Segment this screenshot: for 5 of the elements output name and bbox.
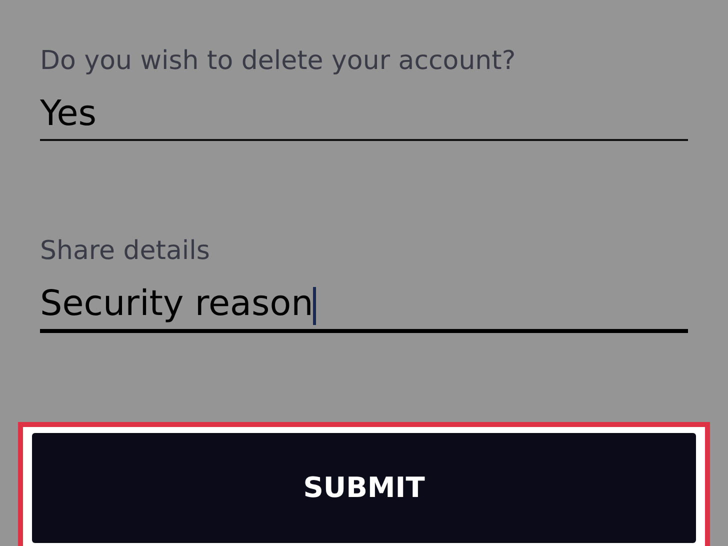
field-label: Do you wish to delete your account? [40, 46, 517, 78]
submit-button[interactable]: SUBMIT [32, 433, 696, 543]
input-field[interactable]: Security reason [40, 275, 688, 334]
input-field[interactable]: Yes [40, 85, 688, 142]
field-label: Share details [40, 236, 211, 268]
